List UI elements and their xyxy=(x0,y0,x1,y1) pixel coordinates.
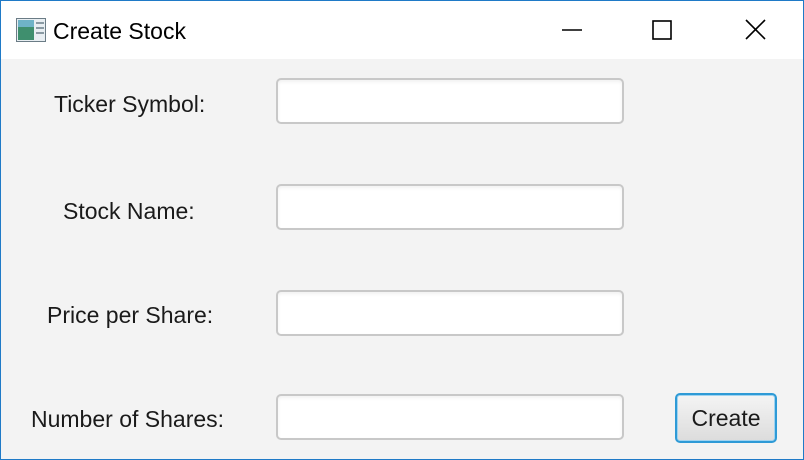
price-per-share-label: Price per Share: xyxy=(47,302,214,328)
close-icon xyxy=(745,19,766,40)
number-of-shares-label: Number of Shares: xyxy=(31,406,225,432)
app-icon xyxy=(16,18,46,42)
create-stock-window: Create Stock Ticker Symbol: Stock Name: … xyxy=(0,0,804,460)
maximize-button[interactable] xyxy=(616,1,708,59)
close-button[interactable] xyxy=(709,1,801,59)
minimize-icon xyxy=(562,29,582,31)
maximize-icon xyxy=(652,20,672,40)
stock-name-label: Stock Name: xyxy=(63,198,195,224)
window-title: Create Stock xyxy=(53,18,186,44)
number-of-shares-input[interactable] xyxy=(276,394,624,440)
ticker-symbol-label: Ticker Symbol: xyxy=(54,91,206,117)
price-per-share-input[interactable] xyxy=(276,290,624,336)
create-button[interactable]: Create xyxy=(675,393,777,443)
stock-name-input[interactable] xyxy=(276,184,624,230)
ticker-symbol-input[interactable] xyxy=(276,78,624,124)
minimize-button[interactable] xyxy=(526,1,618,59)
title-bar[interactable]: Create Stock xyxy=(1,1,803,59)
